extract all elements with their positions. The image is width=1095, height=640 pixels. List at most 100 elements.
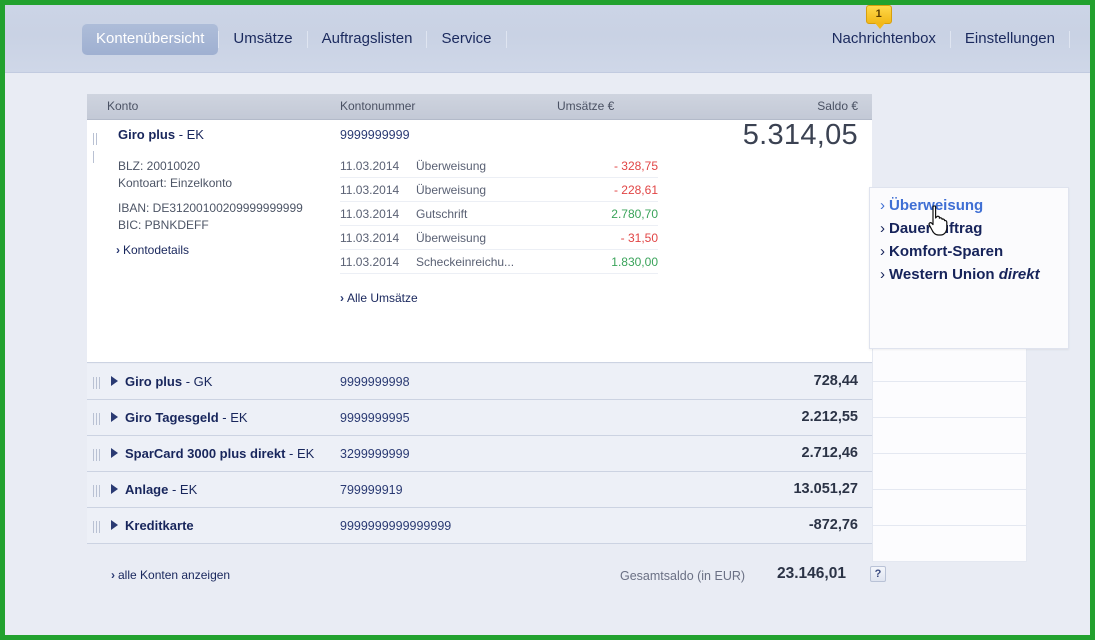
table-row[interactable]: Giro Tagesgeld - EK 9999999995 2.212,55	[87, 400, 872, 436]
side-panel-slot	[872, 490, 1027, 526]
table-row[interactable]: SparCard 3000 plus direkt - EK 3299999999…	[87, 436, 872, 472]
link-alle-konten-label: alle Konten anzeigen	[118, 568, 231, 582]
transaction-amount: - 328,75	[613, 159, 658, 173]
transaction-type: Überweisung	[416, 183, 487, 197]
flyout-item-0[interactable]: › Überweisung	[880, 197, 983, 214]
expand-triangle-icon[interactable]	[111, 376, 118, 386]
chevron-right-icon: ›	[880, 266, 885, 283]
chevron-right-icon: ›	[116, 243, 120, 257]
expand-triangle-icon[interactable]	[111, 412, 118, 422]
tab-umsaetze[interactable]: Umsätze	[219, 23, 306, 55]
account-actions-flyout: › Überweisung › Dauerauftrag › Komfort-Sparen…	[869, 187, 1069, 349]
transaction-row[interactable]: 11.03.2014 Scheckeinreichu... 1.830,00	[340, 250, 658, 274]
account-number: 9999999998	[340, 375, 410, 389]
column-header-konto: Konto	[107, 99, 139, 113]
account-name: SparCard 3000 plus direkt - EK	[125, 446, 314, 461]
account-number: 3299999999	[340, 447, 410, 461]
secondary-nav-tabs: Nachrichtenbox 1 Einstellungen	[818, 5, 1070, 55]
flyout-item-label: Komfort-Sparen	[889, 243, 1004, 260]
account-name-text: Giro plus	[125, 374, 183, 389]
table-row[interactable]: Giro plus - GK 9999999998 728,44	[87, 364, 872, 400]
link-alle-umsaetze[interactable]: › Alle Umsätze	[340, 291, 418, 305]
account-iban: IBAN: DE31200100209999999999	[118, 201, 303, 215]
account-name-text: SparCard 3000 plus direkt	[125, 446, 286, 461]
nav-separator	[505, 30, 507, 48]
expand-triangle-icon[interactable]	[111, 484, 118, 494]
flyout-item-3[interactable]: › Western Union direkt	[880, 266, 1040, 283]
drag-handle-icon	[93, 484, 102, 502]
chevron-right-icon: ›	[111, 568, 115, 582]
side-panel-slot	[872, 526, 1027, 562]
total-balance-value: 23.146,01	[777, 565, 846, 582]
account-kontoart: Kontoart: Einzelkonto	[118, 176, 233, 190]
account-bic: BIC: PBNKDEFF	[118, 218, 209, 232]
account-balance: 2.712,46	[801, 445, 858, 461]
total-balance-label: Gesamtsaldo (in EUR)	[620, 569, 746, 583]
tab-auftragslisten[interactable]: Auftragslisten	[308, 23, 427, 55]
transaction-date: 11.03.2014	[340, 159, 400, 173]
account-meta-bank: BLZ: 20010020 Kontoart: Einzelkonto	[118, 158, 232, 192]
chevron-right-icon: ›	[880, 220, 885, 237]
app-frame: Kontenübersicht Umsätze Auftragslisten S…	[5, 5, 1090, 635]
chevron-right-icon: ›	[880, 197, 885, 214]
account-name-text: Giro plus	[118, 127, 176, 142]
table-row[interactable]: Kreditkarte 9999999999999999 -872,76	[87, 508, 872, 544]
account-name: Anlage - EK	[125, 482, 197, 497]
expand-triangle-icon[interactable]	[111, 448, 118, 458]
side-panel-slot	[872, 346, 1027, 382]
transaction-row[interactable]: 11.03.2014 Überweisung - 228,61	[340, 178, 658, 202]
account-name-suffix: - EK	[289, 446, 315, 461]
transaction-type: Gutschrift	[416, 207, 468, 221]
account-balance: 2.212,55	[801, 409, 858, 425]
transaction-date: 11.03.2014	[340, 207, 400, 221]
account-name-suffix: - GK	[185, 374, 213, 389]
tab-service[interactable]: Service	[427, 23, 505, 55]
side-panel-slot	[872, 418, 1027, 454]
expanded-account-row[interactable]: Giro plus - EK 9999999999 5.314,05 BLZ: …	[87, 119, 872, 363]
account-number: 799999919	[340, 483, 403, 497]
accounts-footer: › alle Konten anzeigen Gesamtsaldo (in EU…	[87, 544, 887, 594]
transaction-amount: - 31,50	[620, 231, 658, 245]
column-header-kontonummer: Kontonummer	[340, 99, 416, 113]
account-balance: 13.051,27	[793, 481, 858, 497]
link-alle-umsaetze-label: Alle Umsätze	[347, 291, 418, 305]
message-count-badge: 1	[865, 5, 892, 29]
tab-kontenuebersicht[interactable]: Kontenübersicht	[82, 23, 219, 55]
nav-separator	[1069, 30, 1070, 48]
transaction-type: Überweisung	[416, 159, 487, 173]
link-kontodetails[interactable]: › Kontodetails	[116, 243, 189, 257]
account-number: 9999999999	[340, 128, 410, 142]
flyout-item-2[interactable]: › Komfort-Sparen	[880, 243, 1003, 260]
transaction-date: 11.03.2014	[340, 255, 400, 269]
transaction-date: 11.03.2014	[340, 231, 400, 245]
accounts-table-header: Konto Kontonummer Umsätze € Saldo €	[87, 94, 872, 120]
account-number: 9999999999999999	[340, 519, 452, 533]
help-button[interactable]: ?	[870, 566, 886, 582]
account-number: 9999999995	[340, 411, 410, 425]
link-kontodetails-label: Kontodetails	[123, 243, 190, 257]
expand-triangle-icon[interactable]	[111, 520, 118, 530]
side-panel-slot	[872, 382, 1027, 418]
transaction-row[interactable]: 11.03.2014 Überweisung - 31,50	[340, 226, 658, 250]
drag-handle-icon	[93, 448, 102, 466]
drag-handle-icon	[93, 376, 102, 394]
account-name-suffix: - EK	[178, 127, 204, 142]
link-alle-konten-anzeigen[interactable]: › alle Konten anzeigen	[111, 568, 230, 582]
primary-nav-tabs: Kontenübersicht Umsätze Auftragslisten S…	[82, 23, 507, 55]
transaction-row[interactable]: 11.03.2014 Gutschrift 2.780,70	[340, 202, 658, 226]
tab-einstellungen[interactable]: Einstellungen	[951, 23, 1069, 55]
account-name-text: Anlage	[125, 482, 169, 497]
account-balance: 5.314,05	[742, 119, 858, 151]
transaction-amount: - 228,61	[613, 183, 658, 197]
transaction-row[interactable]: 11.03.2014 Überweisung - 328,75	[340, 154, 658, 178]
flyout-item-label: Dauerauftrag	[889, 220, 983, 237]
account-name: Giro plus - EK	[118, 127, 204, 142]
drag-handle-icon	[93, 412, 102, 430]
transaction-type: Überweisung	[416, 231, 487, 245]
nachrichtenbox-wrapper: Nachrichtenbox 1	[818, 5, 950, 55]
flyout-item-1[interactable]: › Dauerauftrag	[880, 220, 982, 237]
account-balance: -872,76	[808, 517, 858, 533]
top-navigation-bar: Kontenübersicht Umsätze Auftragslisten S…	[5, 5, 1090, 73]
table-row[interactable]: Anlage - EK 799999919 13.051,27	[87, 472, 872, 508]
chevron-right-icon: ›	[340, 291, 344, 305]
